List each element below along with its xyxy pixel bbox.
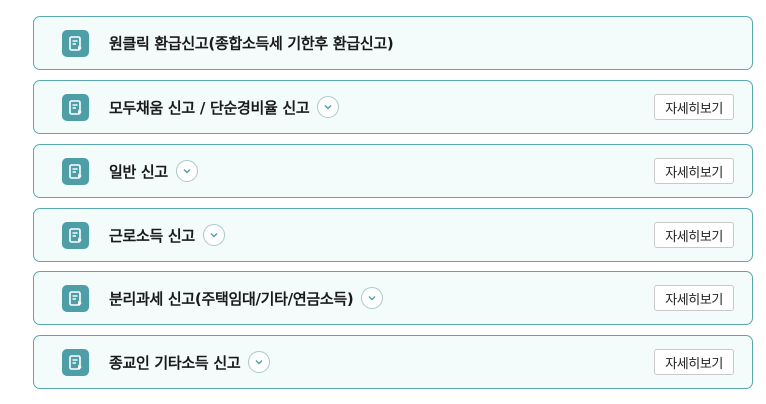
document-icon	[62, 30, 89, 57]
document-icon	[62, 349, 89, 376]
chevron-down-icon	[210, 233, 218, 238]
expand-toggle-button[interactable]	[202, 224, 225, 246]
report-item-label: 종교인 기타소득 신고	[109, 353, 241, 372]
report-item-label-wrap: 일반 신고	[109, 160, 198, 182]
chevron-down-icon	[183, 169, 191, 174]
document-icon	[62, 222, 89, 249]
report-item-label: 분리과세 신고(주택임대/기타/연금소득)	[109, 289, 354, 308]
document-icon	[62, 158, 89, 185]
chevron-down-icon	[255, 360, 263, 365]
document-icon	[62, 285, 89, 312]
report-item-separate-taxation[interactable]: 분리과세 신고(주택임대/기타/연금소득) 자세히보기	[33, 271, 753, 325]
document-icon	[62, 94, 89, 121]
report-item-general[interactable]: 일반 신고 자세히보기	[33, 144, 753, 198]
report-item-label-wrap: 원클릭 환급신고(종합소득세 기한후 환급신고)	[109, 33, 394, 54]
view-details-button[interactable]: 자세히보기	[654, 222, 734, 248]
report-item-label-wrap: 근로소득 신고	[109, 224, 225, 246]
chevron-down-icon	[324, 105, 332, 110]
report-type-list: 원클릭 환급신고(종합소득세 기한후 환급신고) 모두채움 신고 / 단순경비율…	[0, 0, 766, 404]
chevron-down-icon	[368, 296, 376, 301]
expand-toggle-button[interactable]	[361, 287, 384, 309]
report-item-label: 모두채움 신고 / 단순경비율 신고	[109, 98, 310, 117]
view-details-button[interactable]: 자세히보기	[654, 94, 734, 120]
expand-toggle-button[interactable]	[175, 160, 198, 182]
view-details-button[interactable]: 자세히보기	[654, 349, 734, 375]
view-details-button[interactable]: 자세히보기	[654, 285, 734, 311]
report-item-label-wrap: 모두채움 신고 / 단순경비율 신고	[109, 96, 340, 118]
expand-toggle-button[interactable]	[317, 96, 340, 118]
report-item-label-wrap: 종교인 기타소득 신고	[109, 351, 271, 373]
report-item-earned-income[interactable]: 근로소득 신고 자세히보기	[33, 208, 753, 262]
report-item-label: 일반 신고	[109, 162, 168, 181]
report-item-label-wrap: 분리과세 신고(주택임대/기타/연금소득)	[109, 287, 384, 309]
view-details-button[interactable]: 자세히보기	[654, 158, 734, 184]
report-item-religious-income[interactable]: 종교인 기타소득 신고 자세히보기	[33, 335, 753, 389]
report-item-oneclick-refund[interactable]: 원클릭 환급신고(종합소득세 기한후 환급신고)	[33, 16, 753, 70]
report-item-label: 원클릭 환급신고(종합소득세 기한후 환급신고)	[109, 34, 394, 53]
report-item-prefilled-simple[interactable]: 모두채움 신고 / 단순경비율 신고 자세히보기	[33, 80, 753, 134]
expand-toggle-button[interactable]	[248, 351, 271, 373]
report-item-label: 근로소득 신고	[109, 226, 195, 245]
